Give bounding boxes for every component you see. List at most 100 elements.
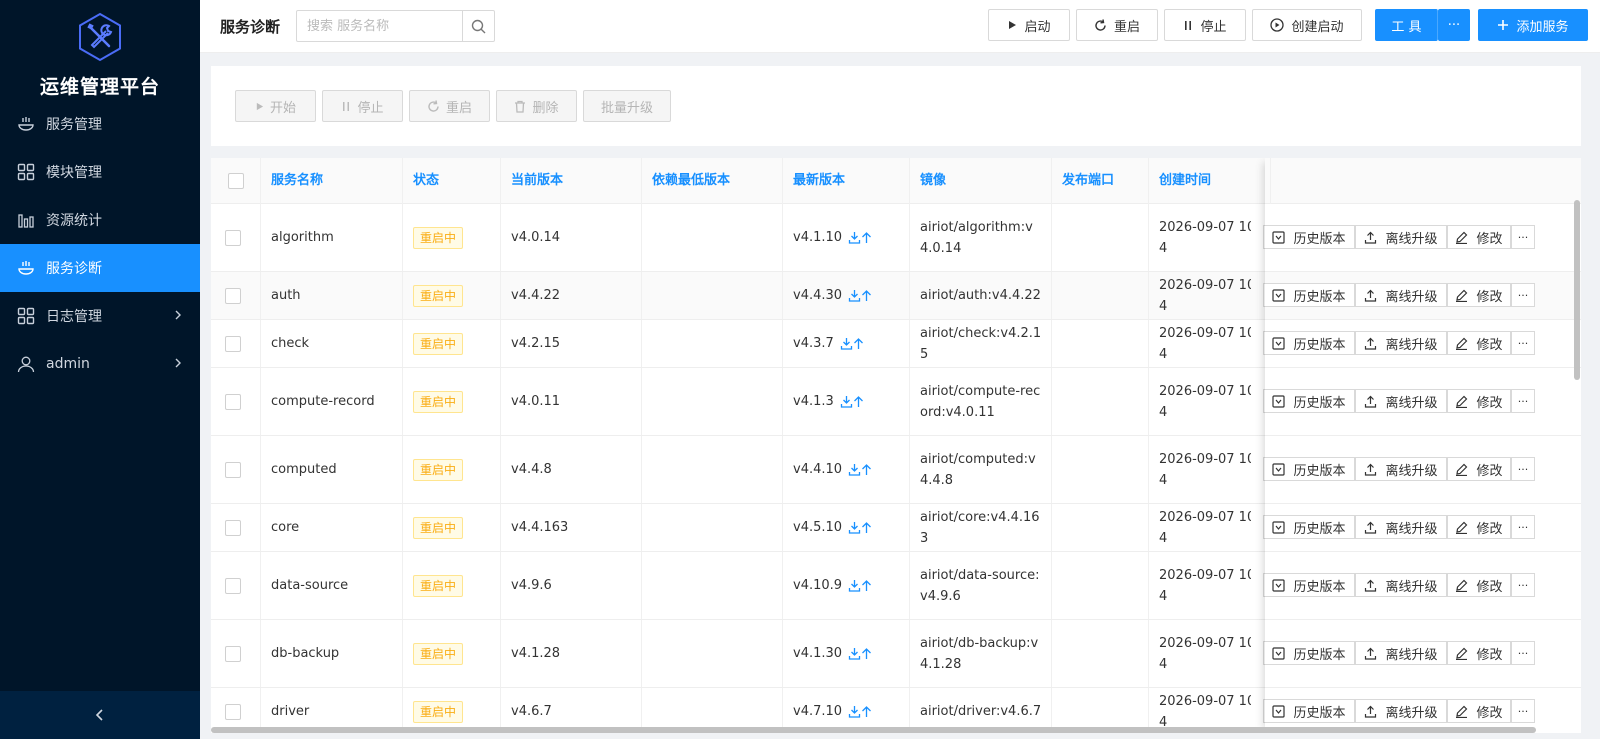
add-service-button[interactable]: 添加服务 [1478,9,1588,41]
row-checkbox[interactable] [224,393,241,410]
edit-button[interactable]: 修改 [1447,573,1511,597]
edit-button[interactable]: 修改 [1447,699,1511,723]
sidebar-item-2[interactable]: 资源统计 [0,196,200,244]
edit-button[interactable]: 修改 [1447,389,1511,413]
row-checkbox[interactable] [224,229,241,246]
start-button[interactable]: 启动 [988,9,1070,41]
row-checkbox[interactable] [224,577,241,594]
row-checkbox[interactable] [224,519,241,536]
vertical-scrollbar[interactable] [1574,200,1580,380]
edit-button[interactable]: 修改 [1447,515,1511,539]
history-version-button[interactable]: 历史版本 [1263,641,1355,665]
create-start-button[interactable]: 创建启动 [1252,9,1362,41]
download-icon[interactable] [848,647,861,660]
batch-restart-button[interactable]: 重启 [409,90,490,122]
offline-upgrade-button[interactable]: 离线升级 [1355,389,1447,413]
latest-version-text: v4.3.7 [793,336,834,351]
col-min-dep-version-header[interactable]: 依赖最低版本 [642,158,783,204]
sidebar-item-0[interactable]: 服务管理 [0,100,200,148]
download-icon[interactable] [840,395,853,408]
tools-more-button[interactable]: ··· [1438,9,1470,41]
upgrade-arrow-icon[interactable] [861,231,872,244]
row-checkbox[interactable] [224,645,241,662]
pause-icon [341,101,351,112]
col-name-header[interactable]: 服务名称 [261,158,403,204]
col-status-header[interactable]: 状态 [403,158,501,204]
history-version-button[interactable]: 历史版本 [1263,457,1355,481]
row-more-button[interactable]: ··· [1511,283,1535,307]
batch-upgrade-button[interactable]: 批量升级 [583,90,671,122]
col-current-version-header[interactable]: 当前版本 [501,158,642,204]
row-more-button[interactable]: ··· [1511,389,1535,413]
sidebar-item-4[interactable]: 日志管理 [0,292,200,340]
history-version-button[interactable]: 历史版本 [1263,389,1355,413]
upgrade-arrow-icon[interactable] [861,647,872,660]
upgrade-arrow-icon[interactable] [861,579,872,592]
sidebar-item-3[interactable]: 服务诊断 [0,244,200,292]
row-more-button[interactable]: ··· [1511,225,1535,249]
search-input[interactable] [297,11,462,41]
upgrade-arrow-icon[interactable] [853,337,864,350]
tools-button[interactable]: 工 具 [1375,9,1438,41]
history-version-button[interactable]: 历史版本 [1263,225,1355,249]
offline-upgrade-button[interactable]: 离线升级 [1355,331,1447,355]
restart-button[interactable]: 重启 [1076,9,1158,41]
history-version-button[interactable]: 历史版本 [1263,699,1355,723]
download-icon[interactable] [840,337,853,350]
upgrade-arrow-icon[interactable] [853,395,864,408]
upgrade-arrow-icon[interactable] [861,463,872,476]
history-version-button[interactable]: 历史版本 [1263,283,1355,307]
search-button[interactable] [462,11,494,41]
download-icon[interactable] [848,579,861,592]
col-port-header[interactable]: 发布端口 [1052,158,1149,204]
upgrade-arrow-icon[interactable] [861,705,872,718]
sidebar-item-1[interactable]: 模块管理 [0,148,200,196]
download-icon[interactable] [848,289,861,302]
action-cell: 历史版本 离线升级 修改 ··· [1251,204,1581,271]
stop-button[interactable]: 停止 [1164,9,1246,41]
batch-delete-button[interactable]: 删除 [496,90,577,122]
upgrade-arrow-icon[interactable] [861,289,872,302]
sidebar-item-5[interactable]: admin [0,340,200,388]
plus-icon [1497,19,1509,31]
edit-button[interactable]: 修改 [1447,457,1511,481]
download-icon[interactable] [848,231,861,244]
row-more-button[interactable]: ··· [1511,457,1535,481]
col-latest-version-header[interactable]: 最新版本 [783,158,910,204]
offline-upgrade-button[interactable]: 离线升级 [1355,515,1447,539]
select-all-checkbox[interactable] [227,173,244,189]
row-more-button[interactable]: ··· [1511,699,1535,723]
row-checkbox[interactable] [224,287,241,304]
offline-upgrade-button[interactable]: 离线升级 [1355,641,1447,665]
edit-button[interactable]: 修改 [1447,331,1511,355]
batch-start-button[interactable]: 开始 [235,90,316,122]
col-image-header[interactable]: 镜像 [910,158,1052,204]
history-version-button[interactable]: 历史版本 [1263,573,1355,597]
row-checkbox[interactable] [224,461,241,478]
offline-upgrade-button[interactable]: 离线升级 [1355,699,1447,723]
port-cell [1052,552,1149,619]
offline-upgrade-button[interactable]: 离线升级 [1355,283,1447,307]
edit-button[interactable]: 修改 [1447,641,1511,665]
row-more-button[interactable]: ··· [1511,331,1535,355]
upgrade-arrow-icon[interactable] [861,521,872,534]
download-icon[interactable] [848,521,861,534]
sidebar-collapse-button[interactable] [0,691,200,739]
offline-upgrade-button[interactable]: 离线升级 [1355,457,1447,481]
offline-upgrade-button[interactable]: 离线升级 [1355,225,1447,249]
download-icon[interactable] [848,705,861,718]
edit-button[interactable]: 修改 [1447,283,1511,307]
edit-button[interactable]: 修改 [1447,225,1511,249]
history-version-button[interactable]: 历史版本 [1263,331,1355,355]
history-version-button[interactable]: 历史版本 [1263,515,1355,539]
col-created-header[interactable]: 创建时间 [1149,158,1271,204]
row-more-button[interactable]: ··· [1511,573,1535,597]
row-more-button[interactable]: ··· [1511,515,1535,539]
download-icon[interactable] [848,463,861,476]
row-checkbox[interactable] [224,335,241,352]
row-checkbox[interactable] [224,703,241,720]
row-more-button[interactable]: ··· [1511,641,1535,665]
offline-upgrade-button[interactable]: 离线升级 [1355,573,1447,597]
horizontal-scrollbar[interactable] [211,727,1536,733]
batch-stop-button[interactable]: 停止 [322,90,403,122]
